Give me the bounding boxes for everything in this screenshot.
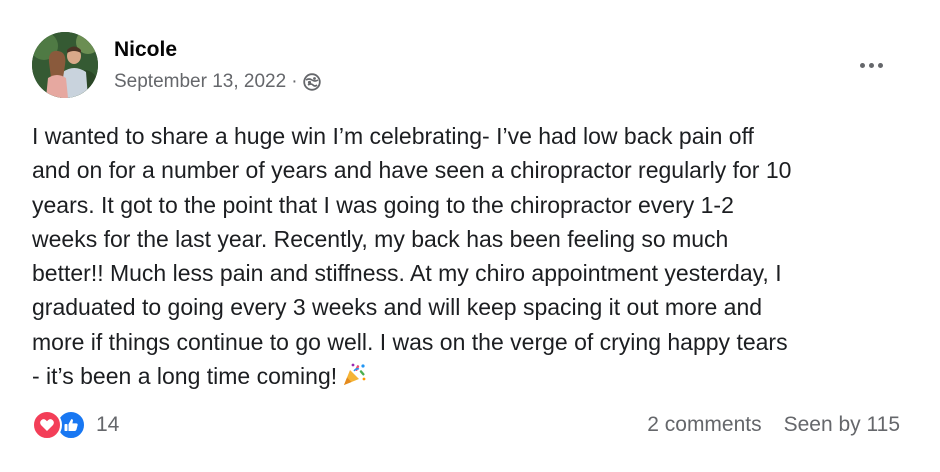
group-post: Nicole September 13, 2022 · I wanted to … [0,0,940,472]
more-options-icon[interactable] [854,56,888,74]
love-reaction-icon [32,410,62,440]
separator: · [291,71,298,92]
post-footer: 14 2 comments Seen by 115 [32,407,900,443]
author-name[interactable]: Nicole [114,37,321,63]
comments-link[interactable]: 2 comments [647,413,761,437]
post-stats: 2 comments Seen by 115 [647,413,900,437]
post-header: Nicole September 13, 2022 · [32,32,321,102]
dot [868,62,874,68]
avatar[interactable] [32,32,98,98]
dot [859,62,865,68]
dot [877,62,883,68]
globe-icon [302,73,321,91]
seen-by-link[interactable]: Seen by 115 [784,413,900,437]
post-text: I wanted to share a huge win I’m celebra… [32,123,792,390]
post-meta: Nicole September 13, 2022 · [114,37,321,93]
party-popper-icon [341,362,367,397]
post-subline: September 13, 2022 · [114,71,321,93]
reactions-summary[interactable]: 14 [32,410,119,440]
post-date[interactable]: September 13, 2022 [114,71,286,93]
reaction-count: 14 [96,413,120,436]
post-body: I wanted to share a huge win I’m celebra… [32,119,912,397]
